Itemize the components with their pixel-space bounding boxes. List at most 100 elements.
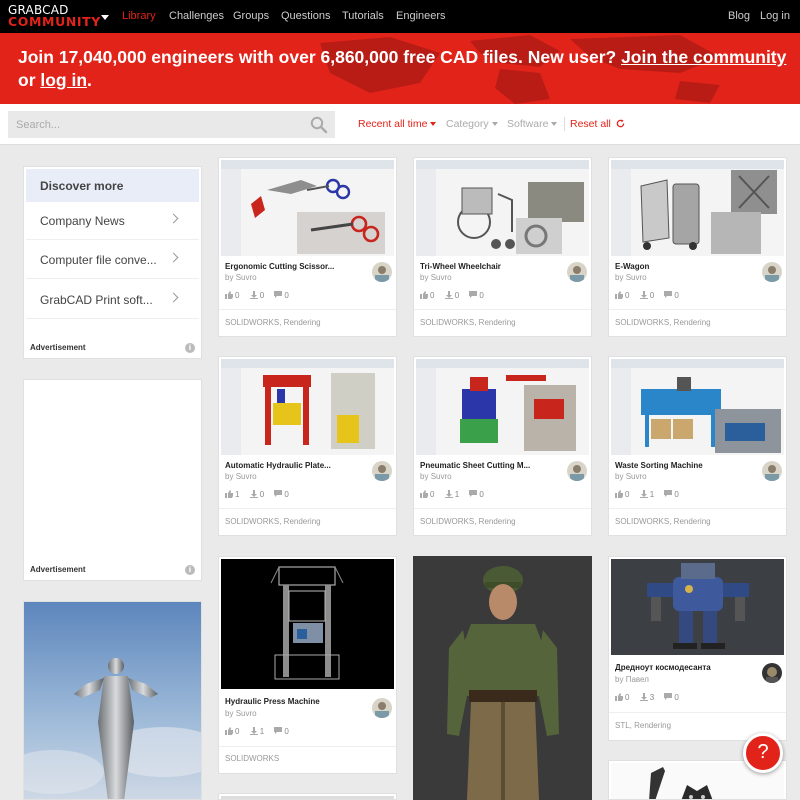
model-card[interactable]: Дредноут космодесанта by Павел 0 3 0 STL… [608, 556, 787, 741]
nav-engineers[interactable]: Engineers [396, 10, 446, 22]
download-icon [639, 693, 648, 701]
model-card[interactable]: Hydraulic Press Machine by Suvro 0 1 0 S… [218, 556, 397, 774]
model-author: by Suvro [225, 273, 257, 282]
category-filter-dropdown[interactable]: Category [446, 118, 498, 130]
software-filter-dropdown[interactable]: Software [507, 118, 558, 130]
like-icon [615, 693, 623, 701]
time-filter-dropdown[interactable]: Recent all time [358, 118, 437, 130]
author-name[interactable]: Suvro [236, 709, 257, 718]
software-tags: SOLIDWORKS [225, 754, 280, 763]
author-name[interactable]: Suvro [431, 273, 452, 282]
nav-library[interactable]: Library [122, 10, 156, 22]
nav-challenges[interactable]: Challenges [169, 10, 224, 22]
nav-questions[interactable]: Questions [281, 10, 331, 22]
like-count: 0 [235, 727, 240, 736]
avatar[interactable] [762, 663, 782, 683]
search-icon[interactable] [310, 116, 328, 134]
avatar-image [766, 667, 778, 683]
card-divider [609, 309, 786, 310]
join-community-link[interactable]: Join the community [621, 47, 786, 67]
software-filter-label: Software [507, 118, 549, 130]
author-name[interactable]: Suvro [626, 273, 647, 282]
model-title[interactable]: E-Wagon [615, 262, 735, 271]
download-icon [249, 727, 258, 735]
model-thumbnail [221, 359, 394, 455]
help-button[interactable]: ? [743, 733, 783, 773]
by-label: by [615, 675, 624, 684]
author-name[interactable]: Suvro [236, 472, 257, 481]
model-author: by Павел [615, 675, 649, 684]
avatar[interactable] [762, 262, 782, 282]
model-title[interactable]: Waste Sorting Machine [615, 461, 735, 470]
model-thumbnail [611, 359, 784, 455]
avatar[interactable] [372, 262, 392, 282]
discover-item-grabcad-print[interactable]: GrabCAD Print soft... [26, 281, 199, 319]
model-card[interactable] [218, 793, 397, 800]
model-author: by Suvro [420, 472, 452, 481]
by-label: by [420, 472, 429, 481]
comment-icon [274, 727, 283, 734]
avatar[interactable] [567, 262, 587, 282]
author-name[interactable]: Павел [626, 675, 649, 684]
model-title[interactable]: Pneumatic Sheet Cutting M... [420, 461, 540, 470]
download-icon [639, 490, 648, 498]
logo-dropdown-caret-icon[interactable] [101, 15, 109, 20]
model-author: by Suvro [225, 472, 257, 481]
download-icon [249, 490, 258, 498]
advertisement-panel: Advertisement i [23, 379, 202, 581]
nav-blog[interactable]: Blog [728, 10, 750, 22]
model-title[interactable]: Automatic Hydraulic Plate... [225, 461, 345, 470]
model-card[interactable]: Waste Sorting Machine by Suvro 0 1 0 SOL… [608, 356, 787, 536]
software-tags: STL, Rendering [615, 721, 672, 730]
statue-image [24, 602, 201, 799]
model-card[interactable]: Ergonomic Cutting Scissor... by Suvro 0 … [218, 157, 397, 337]
model-stats: 0 0 0 [225, 291, 297, 300]
card-divider [609, 508, 786, 509]
avatar[interactable] [372, 698, 392, 718]
nav-tutorials[interactable]: Tutorials [342, 10, 384, 22]
card-divider [219, 746, 396, 747]
model-card[interactable]: Pneumatic Sheet Cutting M... by Suvro 0 … [413, 356, 592, 536]
model-title[interactable]: Hydraulic Press Machine [225, 697, 345, 706]
author-name[interactable]: Suvro [626, 472, 647, 481]
model-title[interactable]: Tri-Wheel Wheelchair [420, 262, 540, 271]
nav-login[interactable]: Log in [760, 10, 790, 22]
reset-label: Reset all [570, 118, 611, 130]
like-count: 0 [430, 291, 435, 300]
reset-filters-button[interactable]: Reset all [570, 118, 625, 130]
info-icon[interactable]: i [185, 343, 195, 353]
like-icon [225, 727, 233, 735]
model-card[interactable]: Tri-Wheel Wheelchair by Suvro 0 0 0 SOLI… [413, 157, 592, 337]
download-count: 1 [259, 727, 265, 736]
discover-item-company-news[interactable]: Company News [26, 202, 199, 240]
featured-image-panel[interactable] [23, 601, 202, 800]
author-name[interactable]: Suvro [236, 273, 257, 282]
model-card[interactable]: E-Wagon by Suvro 0 0 0 SOLIDWORKS, Rende… [608, 157, 787, 337]
avatar[interactable] [567, 461, 587, 481]
comment-count: 0 [674, 291, 679, 300]
avatar[interactable] [372, 461, 392, 481]
search-input[interactable] [8, 111, 335, 138]
model-card[interactable] [413, 556, 592, 800]
model-author: by Suvro [615, 472, 647, 481]
advertisement-label: Advertisement [30, 565, 86, 574]
comment-count: 0 [674, 490, 679, 499]
by-label: by [420, 273, 429, 282]
avatar[interactable] [762, 461, 782, 481]
avatar-image [765, 465, 779, 481]
model-card[interactable]: Automatic Hydraulic Plate... by Suvro 1 … [218, 356, 397, 536]
like-count: 0 [625, 490, 630, 499]
model-author: by Suvro [420, 273, 452, 282]
top-navbar: GRABCAD COMMUNITY Library Challenges Gro… [0, 0, 800, 33]
author-name[interactable]: Suvro [431, 472, 452, 481]
banner-login-link[interactable]: log in [40, 70, 87, 90]
discover-item-label: Computer file conve... [40, 253, 157, 267]
like-count: 0 [235, 291, 240, 300]
nav-groups[interactable]: Groups [233, 10, 269, 22]
discover-item-computer-file[interactable]: Computer file conve... [26, 241, 199, 279]
grabcad-logo[interactable]: GRABCAD COMMUNITY [8, 4, 101, 28]
software-tags: SOLIDWORKS, Rendering [615, 318, 711, 327]
model-title[interactable]: Дредноут космодесанта [615, 663, 735, 672]
model-title[interactable]: Ergonomic Cutting Scissor... [225, 262, 345, 271]
info-icon[interactable]: i [185, 565, 195, 575]
